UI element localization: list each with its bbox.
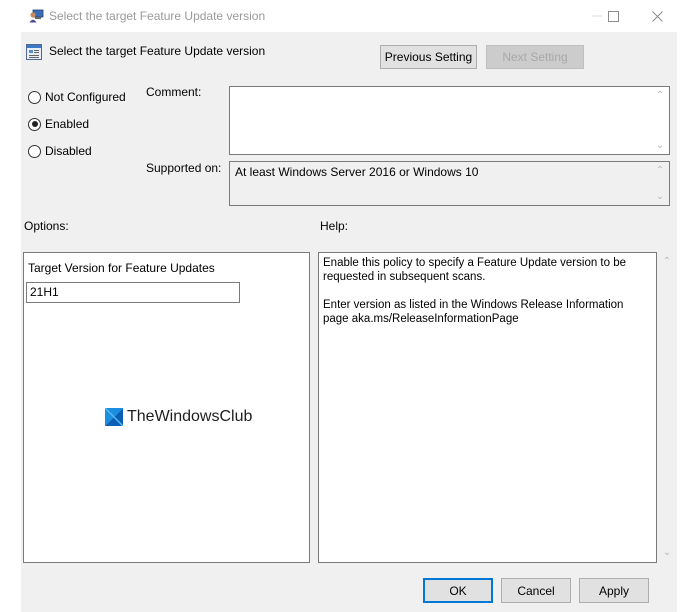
radio-label: Enabled — [45, 117, 90, 131]
maximize-icon — [607, 10, 619, 22]
scroll-up-icon[interactable]: ⌃ — [654, 90, 666, 101]
title-bar: Select the target Feature Update version — [0, 0, 700, 32]
next-setting-button[interactable]: Next Setting — [486, 45, 584, 69]
comment-label: Comment: — [146, 85, 202, 99]
radio-not-configured[interactable]: Not Configured — [28, 90, 126, 104]
previous-setting-button[interactable]: Previous Setting — [380, 45, 477, 69]
watermark: TheWindowsClub — [105, 408, 252, 426]
help-panel: Enable this policy to specify a Feature … — [318, 252, 657, 563]
scroll-down-icon[interactable]: ⌄ — [654, 140, 666, 151]
radio-disabled[interactable]: Disabled — [28, 144, 92, 158]
policy-setting-icon — [26, 44, 42, 60]
target-version-input[interactable]: 21H1 — [26, 282, 240, 303]
supported-on-label: Supported on: — [146, 161, 222, 175]
comment-textarea[interactable]: ⌃ ⌄ — [229, 86, 670, 155]
ok-button[interactable]: OK — [423, 578, 493, 603]
radio-button-checked[interactable] — [28, 117, 41, 131]
maximize-button[interactable] — [598, 6, 628, 26]
target-version-label: Target Version for Feature Updates — [28, 261, 215, 275]
help-scroll-down-icon[interactable]: ⌄ — [661, 547, 673, 558]
radio-label: Disabled — [45, 144, 92, 158]
supported-on-value: At least Windows Server 2016 or Windows … — [235, 165, 479, 179]
cancel-button[interactable]: Cancel — [501, 578, 571, 603]
supported-on-field: At least Windows Server 2016 or Windows … — [229, 161, 670, 206]
scroll-down-icon[interactable]: ⌄ — [654, 191, 666, 202]
radio-button[interactable] — [28, 144, 41, 158]
watermark-text: TheWindowsClub — [127, 408, 253, 425]
radio-enabled[interactable]: Enabled — [28, 117, 89, 131]
scroll-up-icon[interactable]: ⌃ — [654, 165, 666, 176]
apply-button[interactable]: Apply — [579, 578, 649, 603]
windows-logo-icon — [105, 408, 123, 426]
options-label: Options: — [24, 219, 69, 233]
radio-label: Not Configured — [45, 90, 126, 104]
help-text: Enable this policy to specify a Feature … — [323, 257, 627, 325]
radio-button[interactable] — [28, 90, 41, 104]
policy-title: Select the target Feature Update version — [49, 44, 266, 58]
close-button[interactable] — [642, 6, 672, 26]
help-label: Help: — [320, 219, 349, 233]
help-scroll-up-icon[interactable]: ⌃ — [661, 256, 673, 267]
window-title: Select the target Feature Update version — [49, 9, 266, 23]
close-icon — [651, 10, 663, 22]
group-policy-app-icon — [29, 9, 44, 23]
policy-dialog: Select the target Feature Update version… — [21, 32, 677, 612]
